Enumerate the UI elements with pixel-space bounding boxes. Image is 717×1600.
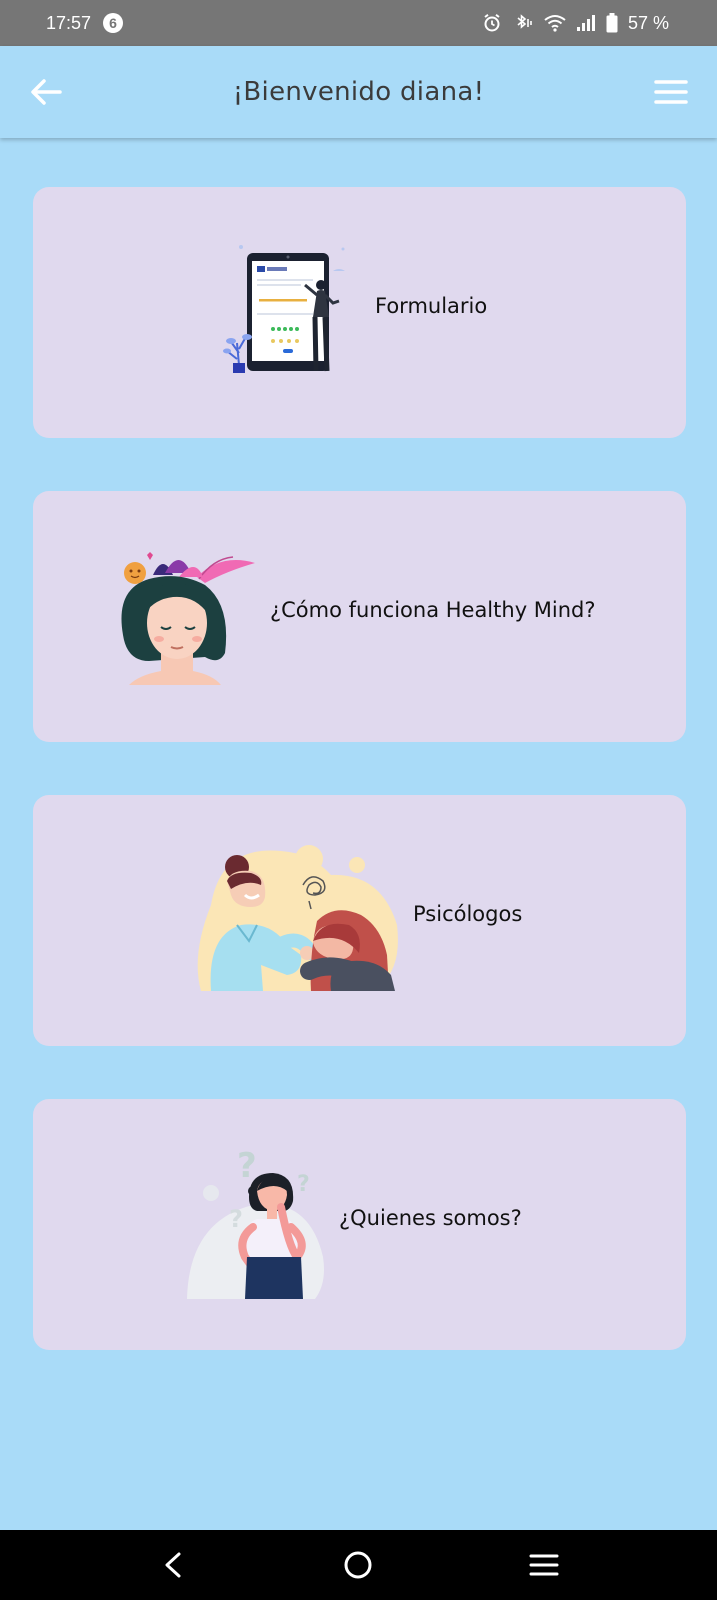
chevron-left-icon — [165, 1552, 181, 1578]
hamburger-recents-icon — [529, 1554, 559, 1576]
card-label: Psicólogos — [413, 902, 523, 926]
svg-text:?: ? — [297, 1172, 310, 1197]
psychologist-support-illustration — [197, 845, 398, 991]
card-psicologos[interactable]: Psicólogos — [33, 795, 686, 1046]
back-button[interactable] — [28, 76, 64, 108]
notification-badge: 6 — [103, 13, 124, 33]
arrow-left-icon — [31, 79, 62, 105]
app-bar: ¡Bienvenido diana! — [0, 46, 717, 138]
hamburger-menu-icon — [654, 80, 688, 104]
status-left: 17:57 6 — [46, 12, 124, 34]
nav-back-button[interactable] — [143, 1535, 203, 1595]
bluetooth-vibrate-icon — [517, 14, 532, 29]
menu-button[interactable] — [653, 78, 689, 106]
card-label: ¿Quienes somos? — [339, 1206, 522, 1230]
cellular-signal-icon — [576, 15, 595, 31]
status-bar: 17:57 6 57 % — [0, 0, 717, 46]
svg-text:?: ? — [237, 1147, 257, 1186]
status-time: 17:57 — [46, 12, 92, 33]
alarm-icon — [484, 13, 500, 32]
thinking-woman-illustration: ? ? ? — [187, 1147, 324, 1299]
card-label: ¿Cómo funciona Healthy Mind? — [270, 598, 596, 622]
svg-text:?: ? — [229, 1205, 243, 1233]
nav-home-button[interactable] — [328, 1535, 388, 1595]
card-label: Formulario — [375, 294, 488, 318]
circle-home-icon — [344, 1551, 372, 1579]
card-como-funciona[interactable]: ¿Cómo funciona Healthy Mind? — [33, 491, 686, 742]
battery-percentage: 57 % — [627, 12, 669, 33]
nav-recents-button[interactable] — [514, 1535, 574, 1595]
wifi-icon — [544, 15, 566, 32]
card-formulario[interactable]: Formulario — [33, 187, 686, 438]
page-title: ¡Bienvenido diana! — [232, 77, 485, 107]
status-right: 57 % — [482, 13, 669, 34]
system-navigation-bar — [0, 1530, 717, 1600]
calm-woman-illustration — [121, 552, 255, 685]
tablet-form-illustration — [223, 245, 345, 373]
battery-icon — [606, 13, 618, 33]
card-quienes-somos[interactable]: ? ? ? ¿Quienes somos? — [33, 1099, 686, 1350]
